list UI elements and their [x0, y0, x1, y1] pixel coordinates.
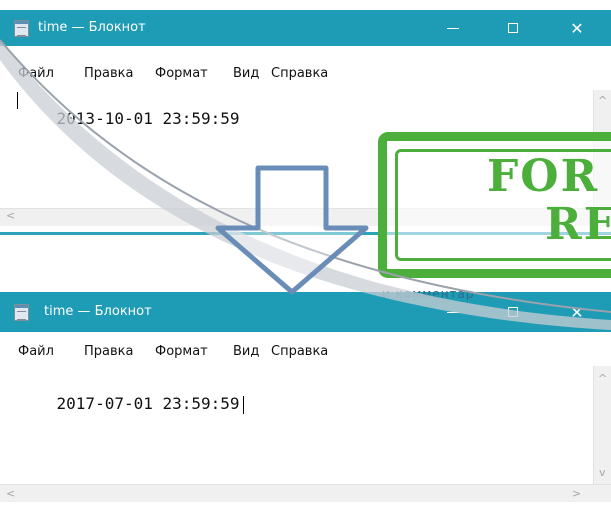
overlay-graphics: [0, 39, 611, 330]
